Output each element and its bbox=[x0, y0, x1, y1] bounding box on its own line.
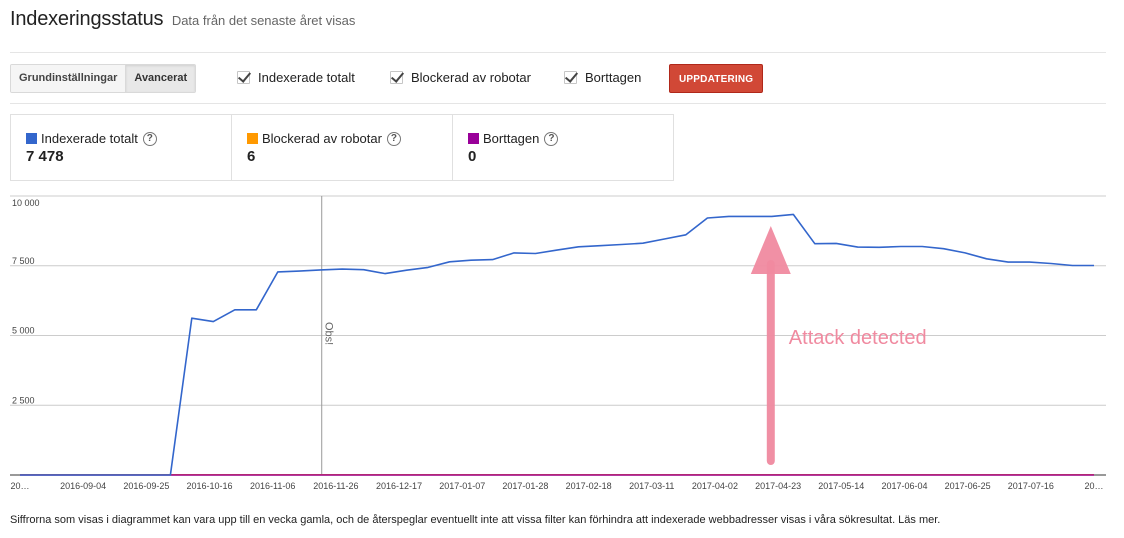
x-tick-label: 2017-07-16 bbox=[1008, 481, 1054, 491]
checkbox-blocked-by-robots[interactable]: Blockerad av robotar bbox=[390, 70, 531, 85]
legend-label: Indexerade totalt bbox=[41, 131, 138, 146]
x-tick-label: 2016-10-16 bbox=[187, 481, 233, 491]
annotation-arrow-head bbox=[750, 226, 791, 274]
x-tick-label: 2017-03-11 bbox=[629, 481, 674, 491]
x-tick-label: 2017-06-04 bbox=[881, 481, 927, 491]
help-icon[interactable]: ? bbox=[386, 131, 401, 146]
legend-value: 0 bbox=[468, 148, 477, 165]
page-header: Indexeringsstatus Data från det senaste … bbox=[10, 8, 355, 31]
checkbox-removed[interactable]: Borttagen bbox=[564, 70, 641, 85]
x-tick-label: 2017-06-25 bbox=[945, 481, 991, 491]
toolbar: Grundinställningar Avancerat Indexerade … bbox=[10, 64, 1106, 93]
x-tick-label: 2017-02-18 bbox=[566, 481, 612, 491]
legend-item-indexed-total: Indexerade totalt ? 7 478 bbox=[11, 115, 232, 180]
legend-swatch bbox=[468, 133, 479, 144]
x-tick-label: 2017-04-23 bbox=[755, 481, 801, 491]
footer-note: Siffrorna som visas i diagrammet kan var… bbox=[10, 514, 941, 526]
y-tick-label: 2 500 bbox=[12, 395, 35, 405]
toolbar-divider bbox=[10, 103, 1106, 104]
y-tick-label: 10 000 bbox=[12, 198, 40, 208]
x-tick-label: 2016-09-04 bbox=[60, 481, 106, 491]
help-icon[interactable]: ? bbox=[544, 131, 559, 146]
x-tick-label: 2016-12-17 bbox=[376, 481, 422, 491]
index-status-chart[interactable]: 10 000 7 500 5 000 2 500 Obs! 20… 2016-09-04 20… bbox=[0, 190, 1124, 502]
mode-toggle: Grundinställningar Avancerat bbox=[10, 64, 197, 93]
basic-settings-button[interactable]: Grundinställningar bbox=[11, 65, 126, 92]
checkbox-label: Blockerad av robotar bbox=[411, 70, 531, 85]
legend-value: 6 bbox=[247, 148, 256, 165]
checkbox-checked-icon[interactable] bbox=[237, 71, 250, 84]
x-tick-label: 2017-05-14 bbox=[818, 481, 864, 491]
x-tick-label: 2017-04-02 bbox=[692, 481, 738, 491]
legend-swatch bbox=[247, 133, 258, 144]
series-line-indexerade-totalt bbox=[20, 213, 1094, 476]
legend-panel: Indexerade totalt ? 7 478 Blockerad av r… bbox=[10, 114, 674, 181]
legend-label: Blockerad av robotar bbox=[262, 131, 382, 146]
header-divider bbox=[10, 52, 1106, 53]
annotation-text: Attack detected bbox=[789, 327, 927, 349]
checkbox-checked-icon[interactable] bbox=[390, 71, 403, 84]
x-tick-label: 2017-01-28 bbox=[502, 481, 548, 491]
page-subtitle: Data från det senaste året visas bbox=[171, 13, 356, 28]
legend-swatch bbox=[26, 133, 37, 144]
page-title: Indexeringsstatus bbox=[10, 8, 164, 30]
x-tick-label: 2016-11-26 bbox=[313, 481, 358, 491]
x-tick-label: 20… bbox=[10, 481, 29, 491]
event-marker-label: Obs! bbox=[323, 322, 335, 345]
x-tick-label: 20… bbox=[1084, 481, 1103, 491]
help-icon[interactable]: ? bbox=[142, 131, 157, 146]
checkbox-checked-icon[interactable] bbox=[564, 71, 577, 84]
checkbox-label: Indexerade totalt bbox=[258, 70, 355, 85]
legend-value: 7 478 bbox=[26, 148, 64, 165]
checkbox-label: Borttagen bbox=[585, 70, 642, 85]
x-tick-label: 2016-09-25 bbox=[123, 481, 169, 491]
y-tick-label: 7 500 bbox=[12, 256, 35, 266]
legend-item-blocked-by-robots: Blockerad av robotar ? 6 bbox=[232, 115, 453, 180]
advanced-button[interactable]: Avancerat bbox=[125, 65, 196, 92]
legend-label: Borttagen bbox=[483, 131, 540, 146]
x-tick-label: 2016-11-06 bbox=[250, 481, 295, 491]
x-tick-label: 2017-01-07 bbox=[439, 481, 485, 491]
update-button[interactable]: UPPDATERING bbox=[669, 64, 764, 93]
y-tick-label: 5 000 bbox=[12, 326, 35, 336]
checkbox-indexed-total[interactable]: Indexerade totalt bbox=[237, 70, 355, 85]
legend-item-removed: Borttagen ? 0 bbox=[453, 115, 673, 180]
